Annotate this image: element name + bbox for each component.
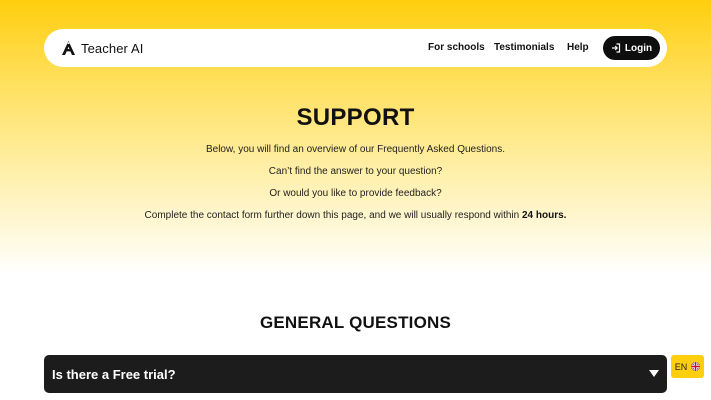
intro-line-1: Below, you will find an overview of our …: [205, 144, 506, 155]
chevron-down-icon: [649, 370, 659, 377]
brand-name: Teacher AI: [81, 40, 144, 56]
faq-item[interactable]: Is there a Free trial?: [44, 355, 667, 393]
teacher-ai-logo-icon: [62, 41, 75, 55]
nav-link-for-schools[interactable]: For schools: [428, 29, 485, 67]
login-label: Login: [624, 42, 653, 54]
login-button[interactable]: Login: [603, 36, 660, 60]
uk-flag-icon: [691, 362, 701, 371]
brand-link[interactable]: Teacher AI: [62, 29, 143, 67]
page-title: SUPPORT: [296, 104, 415, 131]
section-title: GENERAL QUESTIONS: [259, 313, 452, 332]
language-switcher[interactable]: EN: [671, 355, 704, 378]
intro-line-4-text: Complete the contact form further down t…: [144, 210, 520, 221]
response-time: 24 hours.: [521, 210, 567, 221]
intro-line-4: Complete the contact form further down t…: [0, 210, 711, 221]
faq-question: Is there a Free trial?: [52, 366, 176, 382]
login-arrow-icon: [611, 43, 620, 53]
nav-link-testimonials[interactable]: Testimonials: [494, 29, 554, 67]
nav-link-help[interactable]: Help: [567, 29, 589, 67]
top-navigation: Teacher AI For schools Testimonials Help…: [44, 29, 667, 67]
intro-line-3: Or would you like to provide feedback?: [269, 188, 442, 199]
intro-line-2: Can’t find the answer to your question?: [268, 166, 443, 177]
language-code: EN: [674, 361, 688, 372]
